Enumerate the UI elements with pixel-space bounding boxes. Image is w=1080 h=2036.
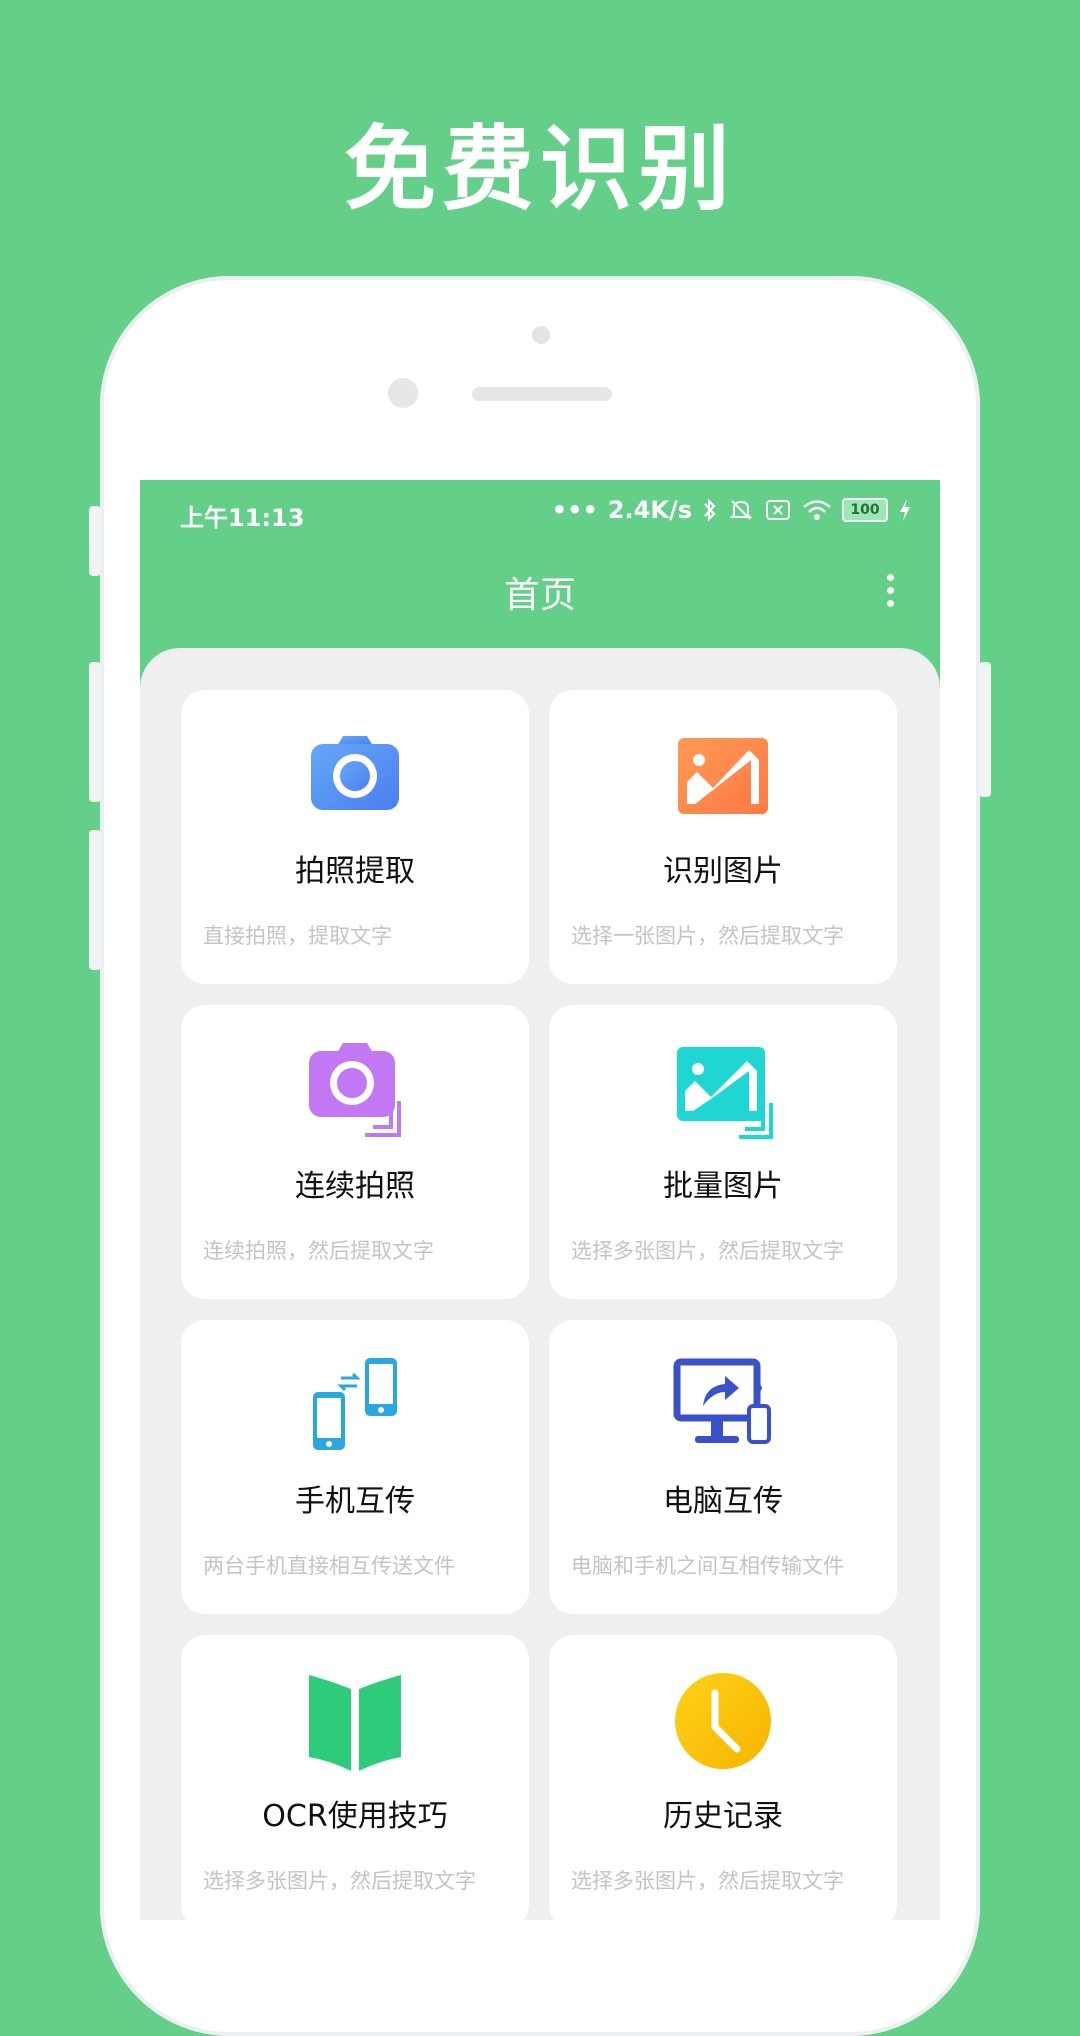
no-sim-icon bbox=[766, 500, 790, 520]
pc-transfer-icon bbox=[673, 1358, 771, 1444]
phone-side-button bbox=[89, 506, 101, 576]
feature-title: 历史记录 bbox=[663, 1799, 783, 1834]
feature-title: 识别图片 bbox=[663, 854, 783, 889]
feature-desc: 选择多张图片，然后提取文字 bbox=[203, 1869, 476, 1893]
phone-speaker bbox=[472, 387, 612, 401]
feature-title: 电脑互传 bbox=[663, 1484, 783, 1519]
status-bar: 上午11:13 ••• 2.4K/s 100 bbox=[140, 480, 940, 546]
image-icon bbox=[678, 738, 768, 814]
phone-transfer-icon bbox=[313, 1358, 397, 1450]
image-multi-icon bbox=[677, 1047, 773, 1139]
more-vertical-icon bbox=[886, 574, 894, 581]
charging-icon bbox=[900, 499, 910, 521]
app-screen: 上午11:13 ••• 2.4K/s 100 首页 拍照提取 直接拍照，提取文字… bbox=[140, 480, 940, 1920]
feature-title: 手机互传 bbox=[295, 1484, 415, 1519]
app-bar: 首页 bbox=[140, 546, 940, 646]
phone-front-camera bbox=[388, 378, 418, 408]
feature-card-photo-extract[interactable]: 拍照提取 直接拍照，提取文字 bbox=[181, 690, 529, 984]
camera-multi-icon bbox=[309, 1043, 401, 1137]
feature-title: 拍照提取 bbox=[295, 854, 415, 889]
page-title: 首页 bbox=[503, 575, 576, 616]
status-time: 上午11:13 bbox=[180, 504, 305, 532]
more-options-button[interactable] bbox=[880, 574, 900, 618]
dots-icon: ••• bbox=[551, 496, 598, 524]
feature-desc: 电脑和手机之间互相传输文件 bbox=[571, 1554, 844, 1578]
feature-title: OCR使用技巧 bbox=[262, 1799, 448, 1834]
clock-icon bbox=[675, 1673, 771, 1769]
feature-title: 连续拍照 bbox=[295, 1169, 415, 1204]
phone-side-button bbox=[979, 662, 991, 797]
feature-desc: 选择多张图片，然后提取文字 bbox=[571, 1239, 844, 1263]
battery-icon: 100 bbox=[842, 498, 888, 522]
phone-side-button bbox=[89, 662, 101, 802]
phone-sensor bbox=[532, 326, 550, 344]
feature-title: 批量图片 bbox=[663, 1169, 783, 1204]
feature-card-history[interactable]: 历史记录 选择多张图片，然后提取文字 bbox=[549, 1635, 897, 1920]
mute-bell-icon bbox=[729, 500, 753, 520]
feature-card-continuous-photo[interactable]: 连续拍照 连续拍照，然后提取文字 bbox=[181, 1005, 529, 1299]
feature-card-ocr-tips[interactable]: OCR使用技巧 选择多张图片，然后提取文字 bbox=[181, 1635, 529, 1920]
feature-desc: 选择多张图片，然后提取文字 bbox=[571, 1869, 844, 1893]
wifi-icon bbox=[803, 500, 831, 520]
phone-side-button bbox=[89, 830, 101, 970]
feature-card-pc-transfer[interactable]: 电脑互传 电脑和手机之间互相传输文件 bbox=[549, 1320, 897, 1614]
feature-card-phone-transfer[interactable]: 手机互传 两台手机直接相互传送文件 bbox=[181, 1320, 529, 1614]
feature-card-batch-images[interactable]: 批量图片 选择多张图片，然后提取文字 bbox=[549, 1005, 897, 1299]
camera-icon bbox=[311, 736, 399, 810]
status-icons: ••• 2.4K/s 100 bbox=[552, 496, 912, 524]
feature-desc: 两台手机直接相互传送文件 bbox=[203, 1554, 455, 1578]
feature-desc: 选择一张图片，然后提取文字 bbox=[571, 924, 844, 948]
promo-title: 免费识别 bbox=[343, 116, 736, 223]
feature-grid: 拍照提取 直接拍照，提取文字 识别图片 选择一张图片，然后提取文字 连续拍照 连… bbox=[140, 648, 940, 1920]
feature-desc: 连续拍照，然后提取文字 bbox=[203, 1239, 434, 1263]
book-icon bbox=[309, 1675, 401, 1771]
bluetooth-icon bbox=[704, 498, 716, 522]
net-speed: 2.4K/s bbox=[607, 496, 692, 524]
feature-desc: 直接拍照，提取文字 bbox=[203, 924, 392, 948]
feature-card-recognize-image[interactable]: 识别图片 选择一张图片，然后提取文字 bbox=[549, 690, 897, 984]
